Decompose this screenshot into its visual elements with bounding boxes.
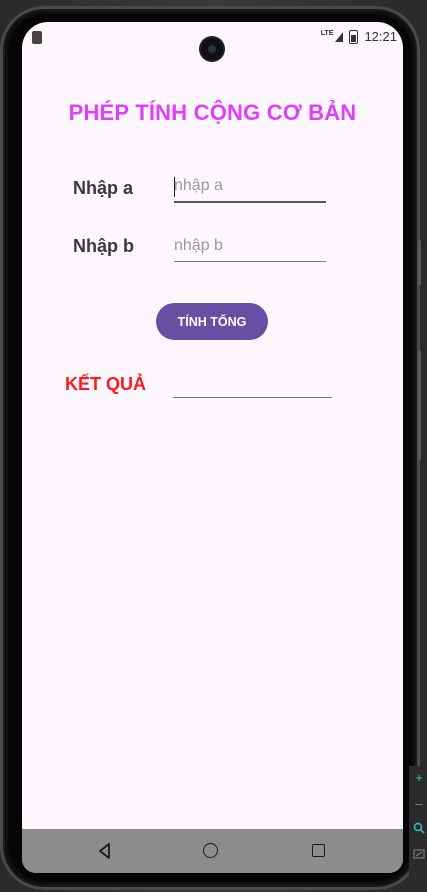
page-title: PHÉP TÍNH CỘNG CƠ BẢN <box>68 100 357 125</box>
input-b-label: Nhập b <box>73 236 134 256</box>
status-time: 12:21 <box>364 29 397 44</box>
status-icons: LTE 12:21 <box>321 29 397 44</box>
text-cursor <box>174 177 175 197</box>
emulator-stage: LTE 12:21 PHÉP TÍNH CỘNG CƠ BẢN Nhập a N… <box>0 0 427 892</box>
home-icon[interactable] <box>201 841 221 861</box>
signal-icon <box>335 31 344 42</box>
input-a[interactable] <box>174 171 326 201</box>
zoom-icon[interactable] <box>413 822 425 834</box>
sum-button[interactable]: TÍNH TỔNG <box>156 303 268 340</box>
navigation-bar <box>22 829 403 873</box>
sim-card-icon <box>32 31 42 44</box>
result-field <box>173 368 332 398</box>
phone-screen: LTE 12:21 PHÉP TÍNH CỘNG CƠ BẢN Nhập a N… <box>22 22 403 873</box>
battery-icon <box>349 29 359 44</box>
back-icon[interactable] <box>95 841 115 861</box>
minus-icon[interactable]: – <box>413 797 425 810</box>
power-button[interactable] <box>418 350 421 460</box>
network-type: LTE <box>320 30 334 37</box>
input-a-label: Nhập a <box>73 178 134 198</box>
input-a-field[interactable] <box>174 171 326 203</box>
front-camera <box>201 38 223 60</box>
screenshot-icon[interactable] <box>413 848 425 860</box>
input-b[interactable] <box>174 231 326 261</box>
emulator-toolbar: + – <box>409 766 427 878</box>
recents-icon[interactable] <box>309 841 329 861</box>
result-label: KẾT QUẢ <box>65 374 146 394</box>
volume-button[interactable] <box>418 240 421 285</box>
input-b-field[interactable] <box>174 231 326 262</box>
plus-icon[interactable]: + <box>413 771 425 784</box>
